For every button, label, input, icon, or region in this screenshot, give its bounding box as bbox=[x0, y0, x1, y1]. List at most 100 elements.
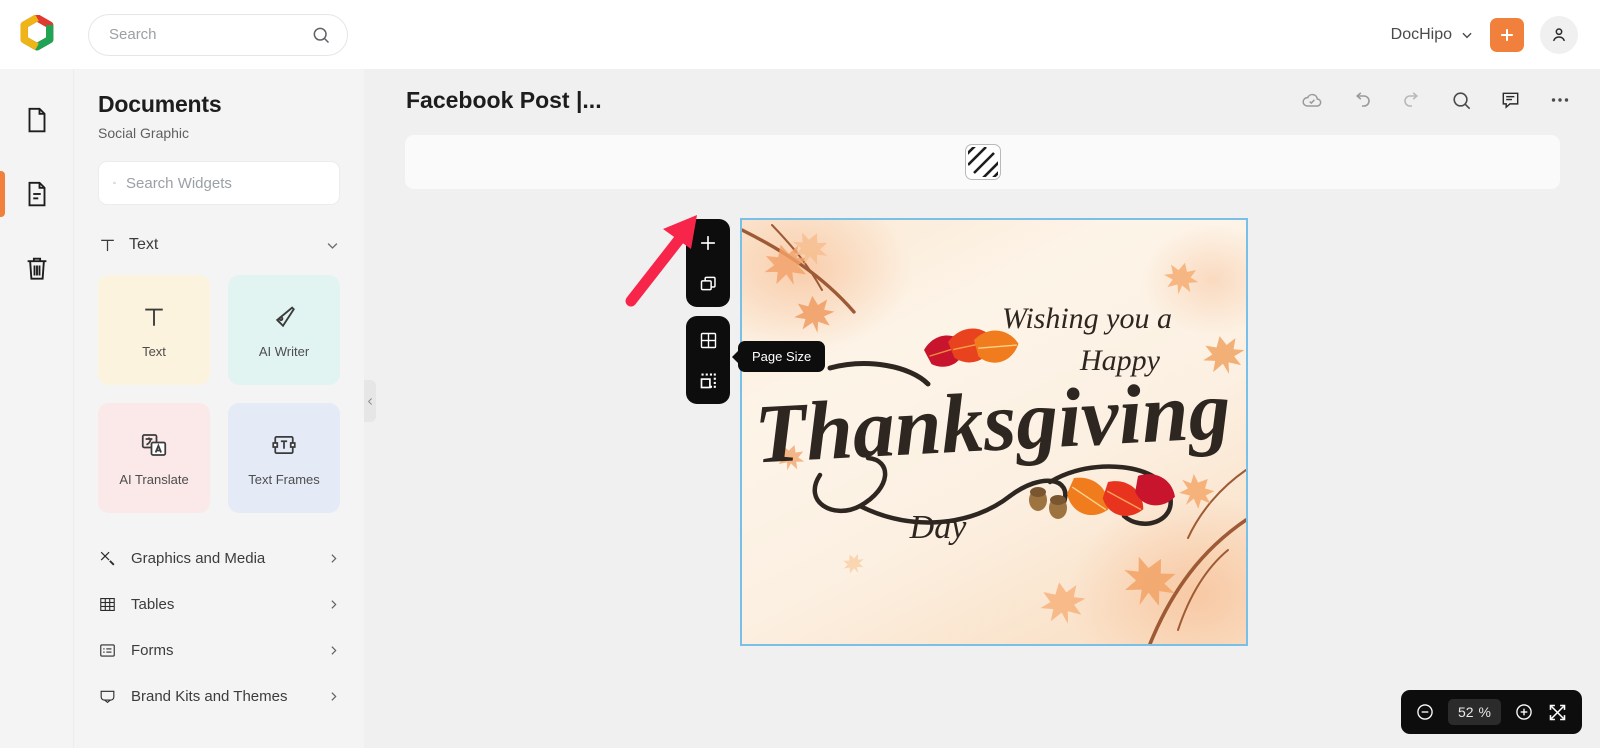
page-size-tooltip: Page Size bbox=[738, 341, 826, 372]
menu-item-label: Brand Kits and Themes bbox=[131, 687, 288, 705]
widget-card-ai-translate[interactable]: AI Translate bbox=[98, 403, 210, 513]
document-actions bbox=[1300, 88, 1572, 112]
undo-icon[interactable] bbox=[1350, 88, 1374, 112]
table-grid-icon bbox=[100, 597, 115, 611]
page-size-icon bbox=[700, 373, 716, 388]
menu-item-label: Forms bbox=[131, 641, 174, 659]
widget-panel: Documents Social Graphic Text Text AI Wr… bbox=[74, 69, 364, 748]
chevron-down-icon bbox=[1462, 32, 1472, 38]
design-line-1: Wishing you a bbox=[1002, 302, 1172, 335]
add-page-icon bbox=[701, 236, 715, 250]
zoom-value[interactable]: 52 % bbox=[1447, 699, 1501, 725]
page-title: Documents bbox=[98, 91, 222, 117]
header-right-group: DocHipo bbox=[1391, 15, 1600, 54]
thanksgiving-design: Wishing you a Happy Thanksgiving Day bbox=[742, 220, 1246, 644]
menu-item-label: Tables bbox=[131, 595, 175, 613]
search-input[interactable] bbox=[109, 26, 311, 43]
widget-search[interactable] bbox=[98, 161, 340, 205]
zoom-unit: % bbox=[1478, 704, 1491, 720]
page-layout-button[interactable] bbox=[693, 325, 723, 355]
left-icon-rail bbox=[0, 69, 74, 748]
brand-kit-icon bbox=[100, 690, 115, 703]
zoom-in-button[interactable] bbox=[1514, 702, 1534, 722]
widget-card-label: Text Frames bbox=[248, 471, 320, 487]
zoom-in-icon bbox=[1516, 704, 1532, 720]
create-new-button[interactable] bbox=[1490, 17, 1524, 52]
pattern-swatch[interactable] bbox=[964, 144, 1001, 180]
chevron-right-icon bbox=[331, 645, 337, 655]
dochipo-logo[interactable] bbox=[0, 14, 74, 55]
zoom-percent: 52 bbox=[1457, 704, 1474, 720]
editor-workspace: Facebook Post |... Page Size Wishing you… bbox=[364, 69, 1600, 748]
brand-label: DocHipo bbox=[1390, 25, 1452, 43]
user-avatar-icon bbox=[1552, 27, 1566, 41]
widget-cards: Text AI Writer AI Translate Text Frames bbox=[98, 275, 340, 513]
sidebar-item-trash[interactable] bbox=[0, 231, 74, 305]
trash-icon bbox=[27, 257, 47, 280]
widget-card-text-frames[interactable]: Text Frames bbox=[228, 403, 340, 513]
section-label: Text bbox=[129, 236, 159, 253]
more-options-icon[interactable] bbox=[1548, 88, 1572, 112]
redo-icon[interactable] bbox=[1400, 88, 1424, 112]
search-widgets-input[interactable] bbox=[126, 174, 325, 192]
diagonal-stripes-icon bbox=[967, 147, 998, 177]
document-toolbar: Facebook Post |... bbox=[364, 69, 1600, 131]
widget-category-list: Graphics and Media Tables Forms Brand Ki… bbox=[98, 535, 340, 719]
page-tools-group-two bbox=[686, 316, 730, 404]
pen-nib-icon bbox=[275, 305, 295, 327]
text-frame-icon bbox=[272, 435, 296, 454]
sidebar-item-pages[interactable] bbox=[0, 83, 74, 157]
document-title[interactable]: Facebook Post |... bbox=[406, 87, 602, 114]
menu-item-brand-kits-and-themes[interactable]: Brand Kits and Themes bbox=[98, 673, 340, 719]
design-line-4: Day bbox=[909, 509, 968, 546]
property-bar bbox=[405, 135, 1560, 189]
comment-icon[interactable] bbox=[1499, 89, 1522, 112]
sidebar-item-widgets[interactable] bbox=[0, 157, 74, 231]
top-header: DocHipo bbox=[0, 0, 1600, 69]
zoom-out-icon bbox=[1417, 704, 1433, 720]
add-page-button[interactable] bbox=[693, 228, 723, 258]
fit-screen-button[interactable] bbox=[1547, 702, 1568, 723]
chevron-right-icon bbox=[331, 553, 337, 563]
widget-card-text[interactable]: Text bbox=[98, 275, 210, 385]
duplicate-page-icon bbox=[700, 276, 716, 290]
widget-card-ai-writer[interactable]: AI Writer bbox=[228, 275, 340, 385]
search-icon bbox=[113, 181, 116, 185]
widgets-document-icon bbox=[28, 181, 46, 207]
account-button[interactable] bbox=[1540, 15, 1578, 54]
translate-icon bbox=[141, 433, 167, 456]
section-header-text[interactable]: Text bbox=[98, 231, 340, 259]
chevron-left-icon bbox=[367, 397, 372, 405]
fit-screen-icon bbox=[1549, 704, 1566, 720]
search-icon bbox=[313, 27, 330, 43]
widget-card-label: Text bbox=[142, 343, 166, 359]
global-search[interactable] bbox=[88, 13, 348, 56]
page-size-button[interactable] bbox=[693, 365, 723, 395]
brand-selector[interactable]: DocHipo bbox=[1391, 26, 1474, 44]
widget-card-label: AI Translate bbox=[119, 471, 189, 487]
menu-item-graphics-and-media[interactable]: Graphics and Media bbox=[98, 535, 340, 581]
widget-card-label: AI Writer bbox=[258, 343, 310, 359]
menu-item-tables[interactable]: Tables bbox=[98, 581, 340, 627]
dochipo-logo-icon bbox=[20, 14, 54, 50]
menu-item-forms[interactable]: Forms bbox=[98, 627, 340, 673]
duplicate-page-button[interactable] bbox=[693, 268, 723, 298]
zoom-out-button[interactable] bbox=[1415, 702, 1435, 722]
cloud-saved-icon[interactable] bbox=[1300, 88, 1324, 112]
plus-icon bbox=[1501, 28, 1513, 41]
chevron-down-icon bbox=[327, 242, 338, 249]
zoom-control: 52 % bbox=[1400, 690, 1582, 734]
text-t-icon bbox=[101, 239, 114, 251]
page-tools-group-one bbox=[686, 219, 730, 307]
menu-item-label: Graphics and Media bbox=[131, 549, 266, 567]
page-tools: Page Size bbox=[686, 219, 826, 404]
document-type-label: Social Graphic bbox=[98, 125, 190, 141]
graphics-media-icon bbox=[100, 551, 115, 566]
chevron-right-icon bbox=[331, 691, 337, 701]
text-t-icon bbox=[145, 308, 163, 326]
panel-collapse-handle[interactable] bbox=[364, 380, 376, 422]
chevron-right-icon bbox=[331, 599, 337, 609]
design-canvas[interactable]: Wishing you a Happy Thanksgiving Day bbox=[740, 218, 1248, 646]
search-icon[interactable] bbox=[1450, 89, 1473, 112]
grid-layout-icon bbox=[700, 332, 716, 348]
